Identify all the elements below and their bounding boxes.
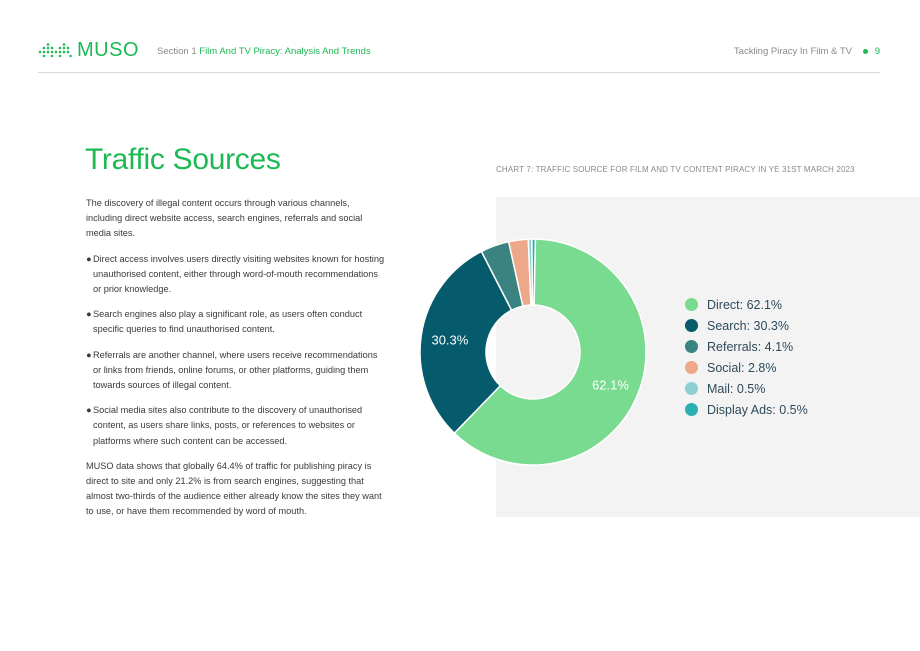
legend-item-display-ads: Display Ads: 0.5% (685, 399, 808, 420)
chart-legend: Direct: 62.1% Search: 30.3% Referrals: 4.1… (685, 294, 808, 420)
data-label-search: 30.3% (431, 333, 468, 348)
legend-item-mail: Mail: 0.5% (685, 378, 808, 399)
legend-label: Mail: 0.5% (707, 381, 766, 396)
data-label-direct: 62.1% (592, 377, 629, 392)
legend-label: Search: 30.3% (707, 318, 789, 333)
legend-swatch-icon (685, 403, 698, 416)
legend-label: Referrals: 4.1% (707, 339, 794, 354)
legend-swatch-icon (685, 340, 698, 353)
legend-item-search: Search: 30.3% (685, 315, 808, 336)
legend-swatch-icon (685, 361, 698, 374)
legend-item-referrals: Referrals: 4.1% (685, 336, 808, 357)
legend-label: Direct: 62.1% (707, 297, 783, 312)
legend-swatch-icon (685, 382, 698, 395)
legend-swatch-icon (685, 319, 698, 332)
legend-item-social: Social: 2.8% (685, 357, 808, 378)
pie-slice-display-ads (531, 238, 537, 306)
legend-swatch-icon (685, 298, 698, 311)
legend-label: Social: 2.8% (707, 360, 777, 375)
legend-label: Display Ads: 0.5% (707, 402, 808, 417)
legend-item-direct: Direct: 62.1% (685, 294, 808, 315)
